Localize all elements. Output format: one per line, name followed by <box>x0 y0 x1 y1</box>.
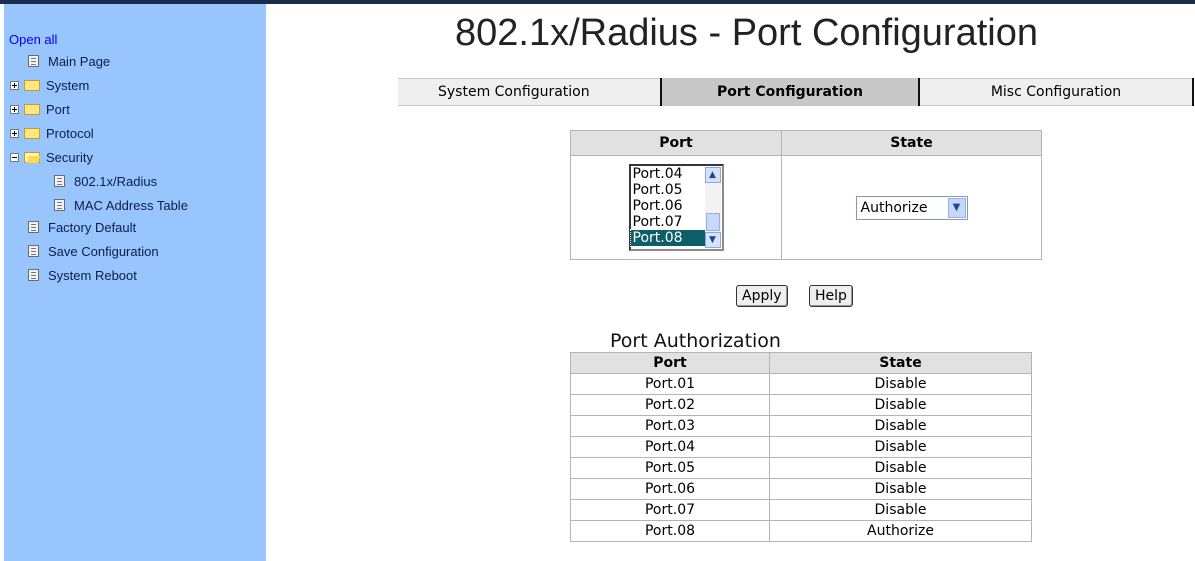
sidebar-item-system[interactable]: System <box>10 75 89 95</box>
port-select-cell: Port.04 Port.05 Port.06 Port.07 Port.08 … <box>570 155 782 260</box>
listbox-option[interactable]: Port.07 <box>631 214 705 230</box>
listbox-option[interactable]: Port.05 <box>631 182 705 198</box>
state-cell: Disable <box>769 415 1032 437</box>
column-header-port: Port <box>570 352 770 374</box>
folder-icon <box>24 79 40 91</box>
listbox-scrollbar[interactable]: ▲ ▼ <box>704 167 721 248</box>
table-row: Port.08 Authorize <box>570 520 1032 542</box>
sidebar-item-label: Protocol <box>46 125 94 141</box>
port-cell: Port.07 <box>570 499 770 521</box>
table-row: Port.01 Disable <box>570 373 1032 395</box>
folder-icon <box>24 103 40 115</box>
table-row: Port.06 Disable <box>570 478 1032 500</box>
port-cell: Port.03 <box>570 415 770 437</box>
table-row: Port.05 Disable <box>570 457 1032 479</box>
port-cell: Port.08 <box>570 520 770 542</box>
sidebar-item-save-configuration[interactable]: Save Configuration <box>28 241 159 261</box>
state-cell: Disable <box>769 478 1032 500</box>
expand-icon[interactable] <box>10 80 19 90</box>
folder-icon <box>24 127 40 139</box>
table-row: Port.07 Disable <box>570 499 1032 521</box>
tab-port-configuration[interactable]: Port Configuration <box>662 78 918 106</box>
state-dropdown[interactable]: Authorize ▼ <box>855 195 968 220</box>
scroll-down-icon[interactable]: ▼ <box>704 232 721 248</box>
state-dropdown-value: Authorize <box>860 199 928 216</box>
sidebar-item-label: 802.1x/Radius <box>74 173 158 189</box>
listbox-option[interactable]: Port.06 <box>631 198 705 214</box>
listbox-option[interactable]: Port.04 <box>631 166 705 182</box>
page-icon <box>28 245 39 257</box>
listbox-option-selected[interactable]: Port.08 <box>629 229 706 247</box>
page-icon <box>54 175 65 187</box>
sidebar-item-8021x-radius[interactable]: 802.1x/Radius <box>54 171 157 191</box>
page-icon <box>28 221 39 233</box>
sidebar-item-protocol[interactable]: Protocol <box>10 123 94 143</box>
table-row: Port.02 Disable <box>570 394 1032 416</box>
sidebar-item-label: Security <box>46 149 93 165</box>
page-icon <box>28 55 39 67</box>
chevron-down-icon[interactable]: ▼ <box>947 197 966 218</box>
port-cell: Port.06 <box>570 478 770 500</box>
collapse-icon[interactable] <box>10 152 19 162</box>
state-cell: Disable <box>769 457 1032 479</box>
state-cell: Disable <box>769 394 1032 416</box>
tab-divider <box>1192 78 1194 106</box>
port-cell: Port.02 <box>570 394 770 416</box>
port-cell: Port.05 <box>570 457 770 479</box>
port-listbox[interactable]: Port.04 Port.05 Port.06 Port.07 Port.08 … <box>628 164 724 251</box>
tab-system-configuration[interactable]: System Configuration <box>398 78 660 106</box>
scroll-up-icon[interactable]: ▲ <box>704 167 721 183</box>
scrollbar-thumb[interactable] <box>705 213 720 231</box>
port-config-table: Port State Port.04 Port.05 Port.06 Port.… <box>570 130 1042 260</box>
table-row: Port.04 Disable <box>570 436 1032 458</box>
state-cell: Disable <box>769 499 1032 521</box>
page-icon <box>28 269 39 281</box>
state-cell: Authorize <box>769 520 1032 542</box>
expand-icon[interactable] <box>10 128 19 138</box>
tab-misc-configuration[interactable]: Misc Configuration <box>920 78 1192 106</box>
port-cell: Port.04 <box>570 436 770 458</box>
state-cell: Disable <box>769 436 1032 458</box>
tab-bar: System Configuration Port Configuration … <box>398 78 1195 106</box>
sidebar-item-factory-default[interactable]: Factory Default <box>28 217 136 237</box>
open-all-link[interactable]: Open all <box>9 32 57 47</box>
port-authorization-table: Port State Port.01 Disable Port.02 Disab… <box>570 352 1032 542</box>
expand-icon[interactable] <box>10 104 19 114</box>
column-header-state: State <box>781 130 1042 156</box>
page-icon <box>54 199 65 211</box>
column-header-port: Port <box>570 130 782 156</box>
sidebar-item-label: System Reboot <box>48 267 137 283</box>
apply-button[interactable]: Apply <box>736 285 788 307</box>
sidebar-item-label: Main Page <box>48 53 111 69</box>
column-header-state: State <box>769 352 1032 374</box>
help-button[interactable]: Help <box>809 285 853 307</box>
sidebar: Open all Main Page System Port Protocol … <box>4 4 266 561</box>
sidebar-item-system-reboot[interactable]: System Reboot <box>28 265 137 285</box>
sidebar-item-label: MAC Address Table <box>74 197 188 213</box>
page-title: 802.1x/Radius - Port Configuration <box>455 12 1038 54</box>
sidebar-item-port[interactable]: Port <box>10 99 70 119</box>
state-cell: Disable <box>769 373 1032 395</box>
table-row: Port.03 Disable <box>570 415 1032 437</box>
sidebar-item-security[interactable]: Security <box>10 147 93 167</box>
state-select-cell: Authorize ▼ <box>781 155 1042 260</box>
sidebar-item-mac-address-table[interactable]: MAC Address Table <box>54 195 188 215</box>
port-authorization-title: Port Authorization <box>610 330 781 352</box>
sidebar-item-label: Factory Default <box>48 219 137 235</box>
sidebar-item-label: System <box>46 77 90 93</box>
port-cell: Port.01 <box>570 373 770 395</box>
sidebar-item-main-page[interactable]: Main Page <box>28 51 110 71</box>
open-folder-icon <box>24 151 40 163</box>
sidebar-item-label: Save Configuration <box>48 243 159 259</box>
sidebar-item-label: Port <box>46 101 70 117</box>
